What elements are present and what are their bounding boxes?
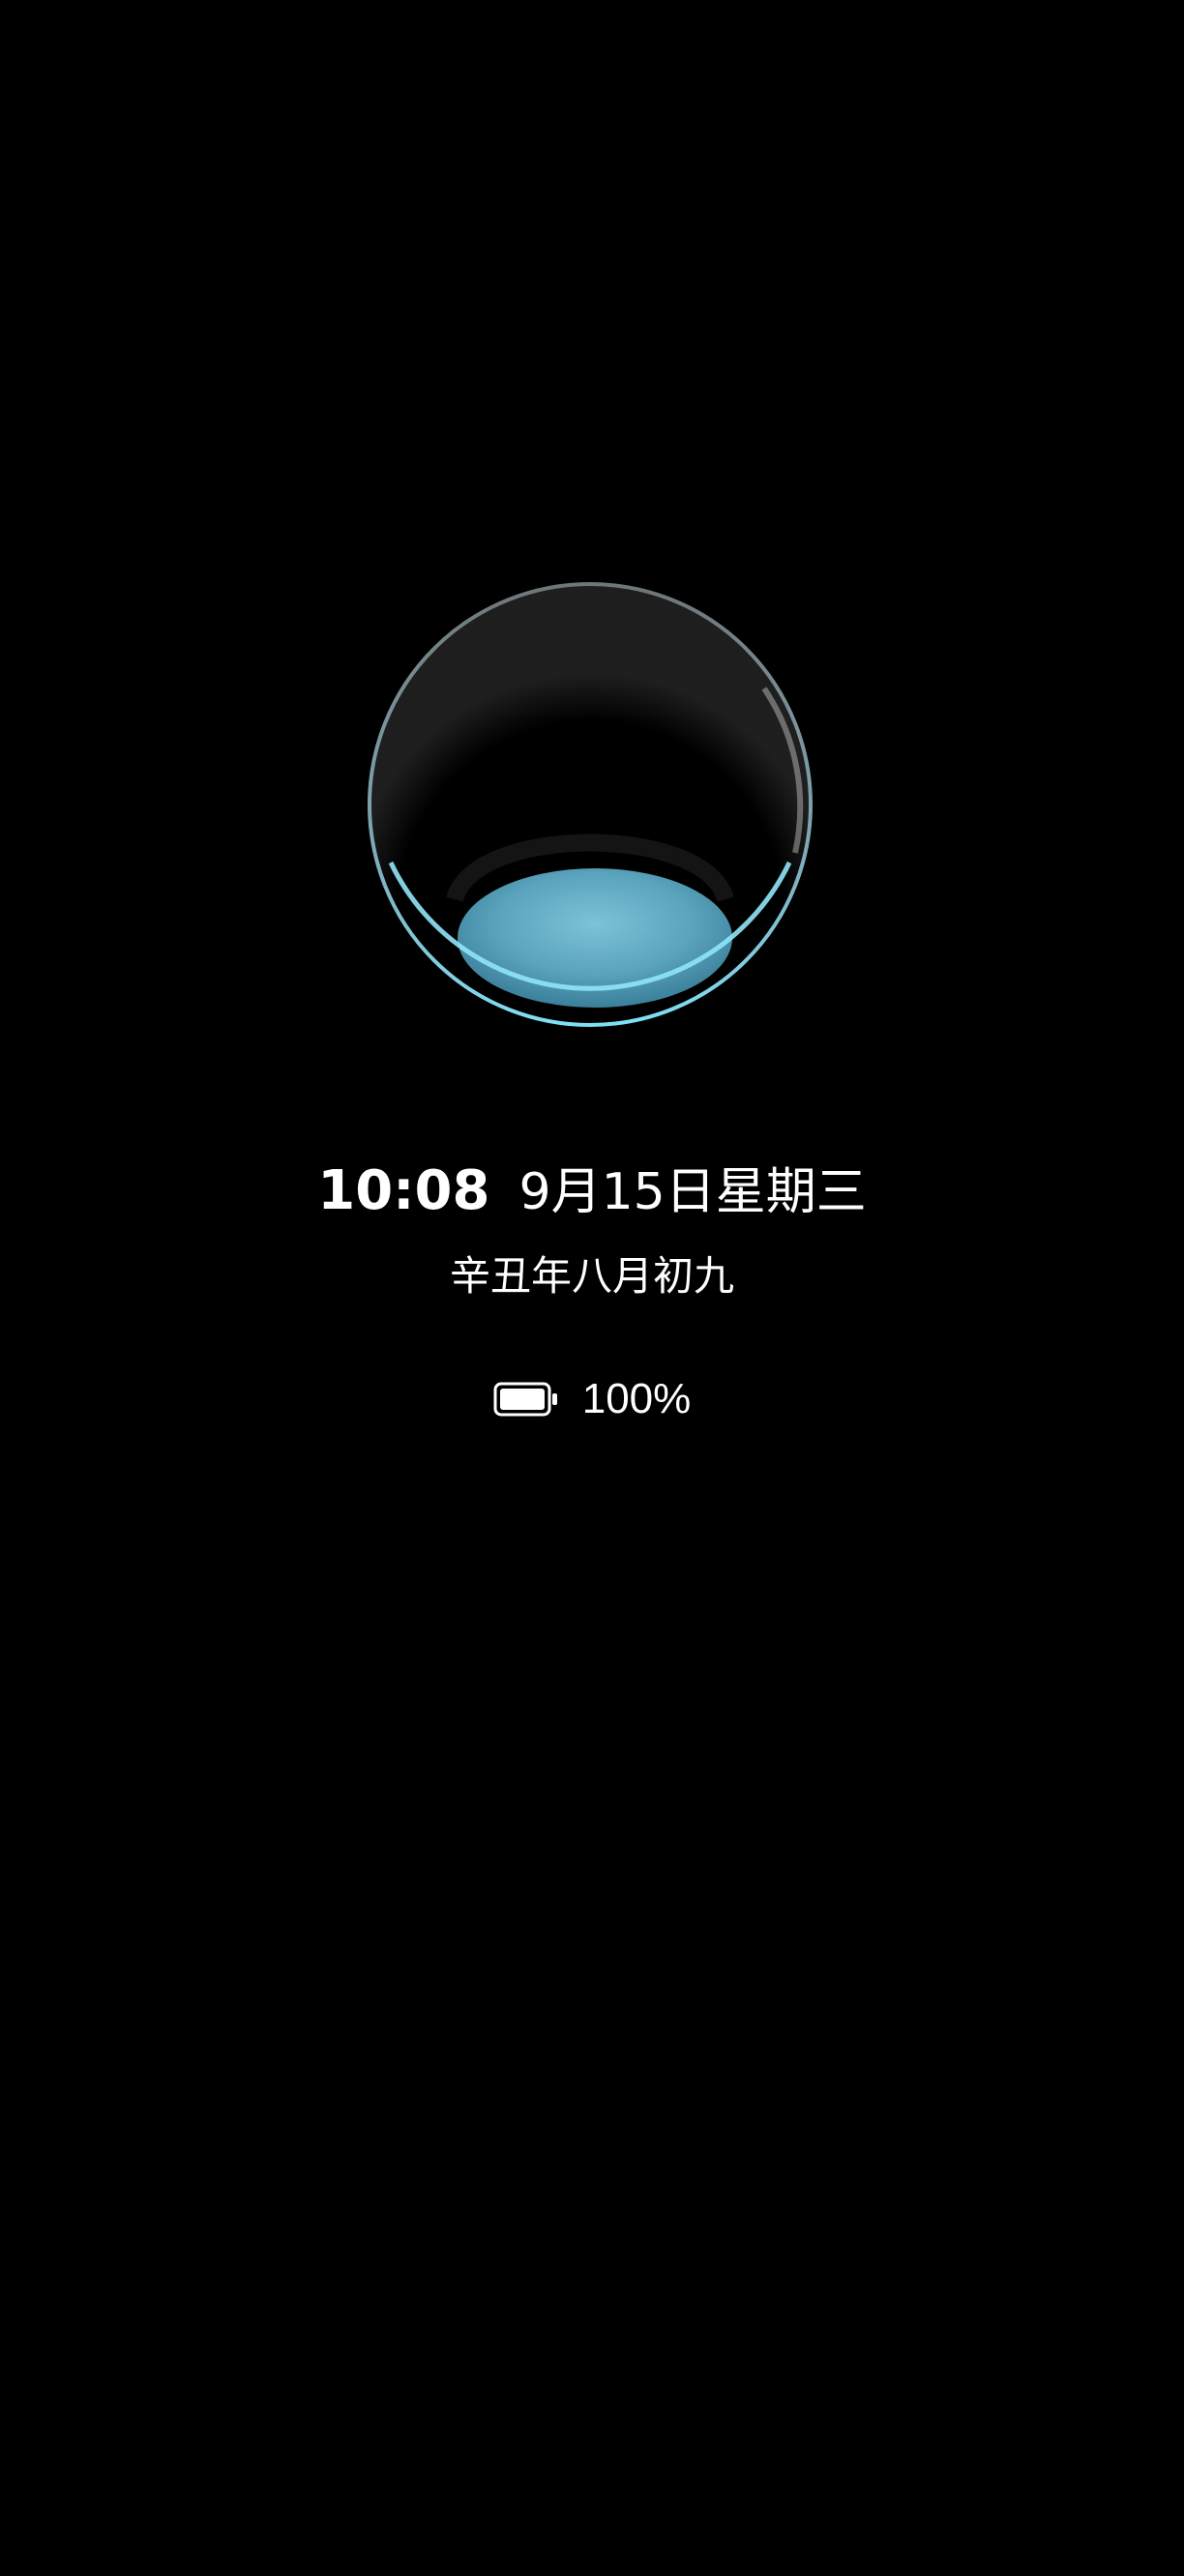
glass-orb-graphic [358, 572, 822, 1037]
lunar-date: 辛丑年八月初九 [449, 1252, 734, 1300]
time-date-row: 10:08 9月15日星期三 [0, 1151, 1184, 1223]
battery-full-icon [493, 1381, 559, 1418]
date-text: 9月15日星期三 [518, 1163, 867, 1221]
clock-time: 10:08 [317, 1159, 490, 1222]
battery-percent: 100% [581, 1375, 692, 1422]
battery-status: 100% [0, 1375, 1184, 1423]
